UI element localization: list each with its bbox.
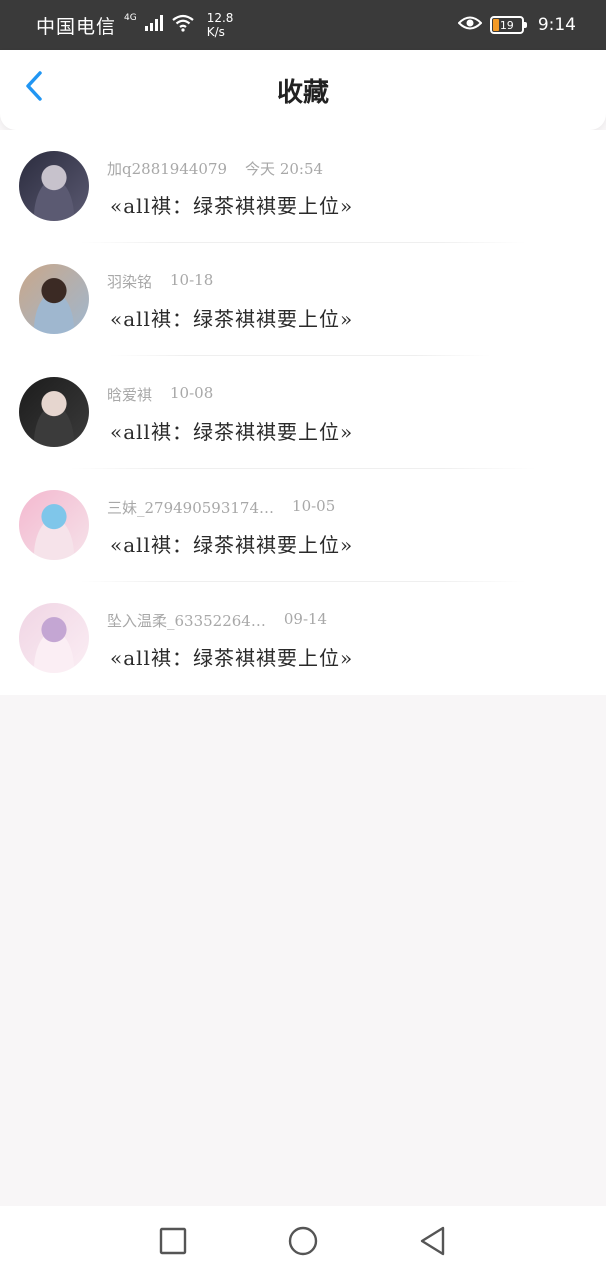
recent-apps-button[interactable] [151,1221,195,1265]
username[interactable]: 晗爱褀 [107,384,152,405]
header-bar: 收藏 [0,50,606,130]
battery-level: 19 [499,18,514,32]
favorite-item[interactable]: 羽染铭 10-18 «all褀：绿茶褀褀要上位» [0,243,606,356]
avatar[interactable] [19,603,89,673]
avatar[interactable] [19,377,89,447]
book-title[interactable]: «all褀：绿茶褀褀要上位» [110,529,353,558]
system-back-button[interactable] [411,1221,455,1265]
username[interactable]: 三妹_279490593174… [107,497,274,518]
back-button[interactable] [14,68,54,108]
status-left: 中国电信 4G 12.8 K/s [36,11,233,39]
book-title[interactable]: «all褀：绿茶褀褀要上位» [110,190,353,219]
favorite-item[interactable]: 坠入温柔_63352264… 09-14 «all褀：绿茶褀褀要上位» [0,582,606,695]
chevron-left-icon [24,71,44,105]
signal-icon [144,15,163,35]
favorite-item[interactable]: 加q2881944079 今天 20:54 «all褀：绿茶褀褀要上位» [0,130,606,243]
circle-icon [288,1226,318,1260]
status-bar: 中国电信 4G 12.8 K/s 19 9:14 [0,0,606,50]
item-meta: 羽染铭 10-18 [107,271,213,292]
avatar[interactable] [19,264,89,334]
carrier-label: 中国电信 [36,15,117,38]
book-title[interactable]: «all褀：绿茶褀褀要上位» [110,416,353,445]
status-right: 19 9:14 [457,15,576,35]
network-type: 4G [124,13,137,23]
username[interactable]: 坠入温柔_63352264… [107,610,266,631]
date-label: 10-18 [170,271,214,289]
username[interactable]: 羽染铭 [107,271,152,292]
speed-unit: K/s [206,25,225,39]
wifi-icon [171,14,195,36]
item-meta: 三妹_279490593174… 10-05 [107,497,335,518]
item-meta: 坠入温柔_63352264… 09-14 [107,610,327,631]
date-label: 09-14 [283,610,328,628]
triangle-back-icon [419,1226,447,1260]
network-speed: 12.8 K/s [207,11,234,39]
page-title: 收藏 [276,77,329,108]
avatar[interactable] [19,151,89,221]
favorite-item[interactable]: 晗爱褀 10-08 «all褀：绿茶褀褀要上位» [0,356,606,469]
battery-indicator: 19 [489,16,527,34]
speed-value: 12.8 [206,11,234,25]
book-title[interactable]: «all褀：绿茶褀褀要上位» [110,303,353,332]
username[interactable]: 加q2881944079 [107,158,227,179]
clock: 9:14 [537,15,576,35]
home-button[interactable] [281,1221,325,1265]
avatar[interactable] [19,490,89,560]
eye-icon [457,15,483,35]
date-label: 10-05 [292,497,336,515]
item-meta: 晗爱褀 10-08 [107,384,213,405]
favorites-list: 加q2881944079 今天 20:54 «all褀：绿茶褀褀要上位» 羽染铭… [0,130,606,695]
favorite-item[interactable]: 三妹_279490593174… 10-05 «all褀：绿茶褀褀要上位» [0,469,606,582]
item-meta: 加q2881944079 今天 20:54 [107,158,323,179]
date-label: 今天 20:54 [245,160,324,178]
system-nav-bar [0,1206,606,1280]
square-icon [159,1227,187,1259]
book-title[interactable]: «all褀：绿茶褀褀要上位» [110,642,353,671]
date-label: 10-08 [170,384,214,402]
